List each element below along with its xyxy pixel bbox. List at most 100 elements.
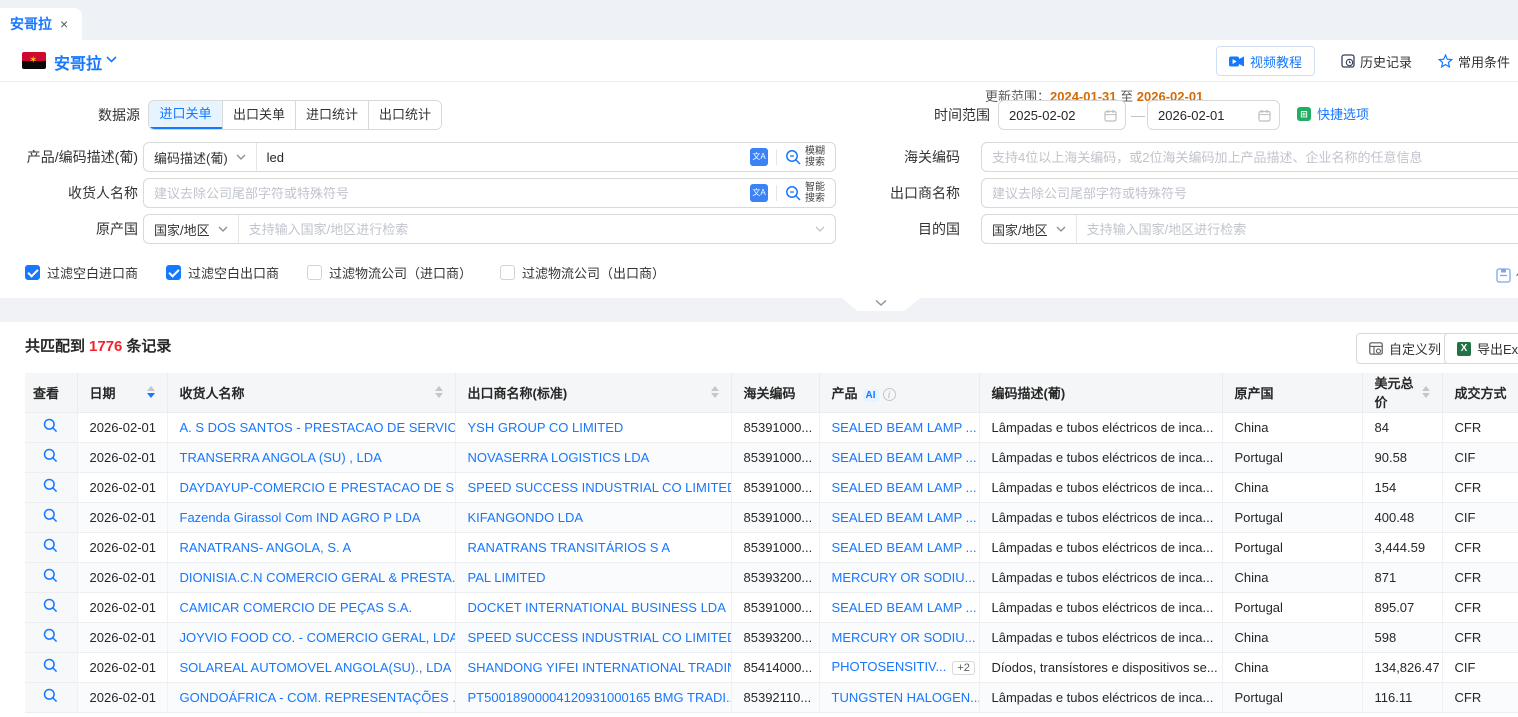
consignee-link[interactable]: A. S DOS SANTOS - PRESTACAO DE SERVIC... (180, 420, 456, 435)
tab-export-statistics[interactable]: 出口统计 (368, 101, 441, 129)
exporter-link[interactable]: SPEED SUCCESS INDUSTRIAL CO LIMITED (468, 630, 732, 645)
exporter-link[interactable]: RANATRANS TRANSITÁRIOS S A (468, 540, 671, 555)
results-panel: 共匹配到1776条记录 自定义列 X 导出Excel 查看 日期 收货人名称 出… (0, 322, 1518, 717)
checkbox-filter-logistics-importer[interactable]: 过滤物流公司（进口商） (307, 263, 472, 282)
product-link[interactable]: PHOTOSENSITIV... (832, 659, 947, 674)
product-link[interactable]: SEALED BEAM LAMP ... (832, 600, 977, 615)
view-search-icon[interactable] (43, 598, 58, 616)
exporter-link[interactable]: YSH GROUP CO LIMITED (468, 420, 624, 435)
consignee-link[interactable]: TRANSERRA ANGOLA (SU) , LDA (180, 450, 382, 465)
incoterm-cell: CIF (1442, 442, 1518, 472)
consignee-link[interactable]: GONDOÁFRICA - COM. REPRESENTAÇÕES ... (180, 690, 456, 705)
tab-import-statistics[interactable]: 进口统计 (295, 101, 368, 129)
exporter-cell: PAL LIMITED (455, 562, 731, 592)
consignee-link[interactable]: RANATRANS- ANGOLA, S. A (180, 540, 352, 555)
more-products-badge[interactable]: +2 (952, 661, 975, 675)
quick-options-button[interactable]: ⊞ 快捷选项 (1297, 104, 1369, 123)
sort-icons (147, 386, 155, 398)
consignee-link[interactable]: JOYVIO FOOD CO. - COMERCIO GERAL, LDA (180, 630, 456, 645)
translate-icon[interactable]: 文A (750, 148, 768, 166)
close-icon[interactable]: × (60, 16, 68, 32)
checkbox-filter-blank-exporter[interactable]: 过滤空白出口商 (166, 263, 279, 282)
info-icon[interactable]: i (883, 388, 896, 401)
product-link[interactable]: TUNGSTEN HALOGEN... (832, 690, 980, 705)
checkbox-icon[interactable] (307, 265, 322, 280)
consignee-link[interactable]: Fazenda Girassol Com IND AGRO P LDA (180, 510, 421, 525)
exporter-input[interactable] (982, 179, 1518, 207)
description-cell: Lâmpadas e tubos eléctricos de inca... (979, 622, 1222, 652)
chevron-down-icon (236, 154, 246, 160)
start-date-input[interactable]: 2025-02-02 (998, 100, 1126, 130)
tab-import-declarations[interactable]: 进口关单 (149, 101, 222, 129)
view-search-icon[interactable] (43, 538, 58, 556)
consignee-link[interactable]: SOLAREAL AUTOMOVEL ANGOLA(SU)., LDA (180, 660, 452, 675)
origin-region-select[interactable]: 国家/地区 (144, 215, 239, 243)
checkbox-filter-blank-importer[interactable]: 过滤空白进口商 (25, 263, 138, 282)
view-search-icon[interactable] (43, 628, 58, 646)
product-search-input[interactable] (257, 143, 750, 171)
checkbox-icon[interactable] (25, 265, 40, 280)
exporter-link[interactable]: SPEED SUCCESS INDUSTRIAL CO LIMITED (468, 480, 732, 495)
consignee-link[interactable]: CAMICAR COMERCIO DE PEÇAS S.A. (180, 600, 413, 615)
exporter-link[interactable]: SHANDONG YIFEI INTERNATIONAL TRADIN... (468, 660, 732, 675)
customize-columns-button[interactable]: 自定义列 (1356, 333, 1454, 364)
origin-country-input[interactable] (239, 215, 811, 243)
country-title[interactable]: 安哥拉 (54, 50, 102, 74)
product-field-select[interactable]: 编码描述(葡) (144, 143, 257, 171)
product-link[interactable]: MERCURY OR SODIU... (832, 570, 976, 585)
view-search-icon[interactable] (43, 658, 58, 676)
exporter-link[interactable]: DOCKET INTERNATIONAL BUSINESS LDA (468, 600, 726, 615)
view-search-icon[interactable] (43, 448, 58, 466)
product-link[interactable]: SEALED BEAM LAMP ... (832, 450, 977, 465)
total-usd-cell: 895.07 (1362, 592, 1442, 622)
video-tutorial-button[interactable]: 视频教程 (1216, 46, 1315, 76)
hs-code-cell: 85393200... (731, 622, 819, 652)
date-cell: 2026-02-01 (77, 442, 167, 472)
translate-icon[interactable]: 文A (750, 184, 768, 202)
exporter-link[interactable]: PT50018900004120931000165 BMG TRADI... (468, 690, 732, 705)
hs-code-cell: 85391000... (731, 442, 819, 472)
exporter-link[interactable]: NOVASERRA LOGISTICS LDA (468, 450, 650, 465)
checkbox-filter-logistics-exporter[interactable]: 过滤物流公司（出口商） (500, 263, 665, 282)
product-link[interactable]: SEALED BEAM LAMP ... (832, 480, 977, 495)
tab-angola[interactable]: 安哥拉 × (0, 8, 82, 40)
origin-cell: China (1222, 652, 1362, 682)
consignee-link[interactable]: DAYDAYUP-COMERCIO E PRESTACAO DE S... (180, 480, 456, 495)
col-total-usd[interactable]: 美元总价 (1362, 373, 1442, 412)
end-date-input[interactable]: 2026-02-01 (1147, 100, 1280, 130)
view-search-icon[interactable] (43, 568, 58, 586)
checkbox-icon[interactable] (166, 265, 181, 280)
date-cell: 2026-02-01 (77, 562, 167, 592)
save-condition-button[interactable]: 保存条件 (1496, 266, 1518, 285)
col-date[interactable]: 日期 (77, 373, 167, 412)
product-link[interactable]: SEALED BEAM LAMP ... (832, 540, 977, 555)
view-cell (25, 502, 77, 532)
product-link[interactable]: SEALED BEAM LAMP ... (832, 510, 977, 525)
history-button[interactable]: 历史记录 (1341, 52, 1412, 71)
favorites-button[interactable]: 常用条件 (1438, 52, 1510, 71)
consignee-input[interactable] (144, 179, 750, 207)
product-link[interactable]: MERCURY OR SODIU... (832, 630, 976, 645)
checkbox-icon[interactable] (500, 265, 515, 280)
export-excel-button[interactable]: X 导出Excel (1444, 333, 1518, 364)
consignee-cell: TRANSERRA ANGOLA (SU) , LDA (167, 442, 455, 472)
consignee-link[interactable]: DIONISIA.C.N COMERCIO GERAL & PRESTA... (180, 570, 456, 585)
exporter-input-group (981, 178, 1518, 208)
view-search-icon[interactable] (43, 508, 58, 526)
col-exporter[interactable]: 出口商名称(标准) (455, 373, 731, 412)
destination-region-select[interactable]: 国家/地区 (982, 215, 1077, 243)
exporter-link[interactable]: PAL LIMITED (468, 570, 546, 585)
col-consignee[interactable]: 收货人名称 (167, 373, 455, 412)
tab-export-declarations[interactable]: 出口关单 (222, 101, 295, 129)
quick-options-icon: ⊞ (1297, 107, 1311, 121)
exporter-link[interactable]: KIFANGONDO LDA (468, 510, 584, 525)
exporter-label: 出口商名称 (820, 178, 960, 208)
view-search-icon[interactable] (43, 478, 58, 496)
origin-cell: Portugal (1222, 682, 1362, 712)
hs-code-input[interactable] (982, 143, 1518, 171)
view-search-icon[interactable] (43, 688, 58, 706)
product-link[interactable]: SEALED BEAM LAMP ... (832, 420, 977, 435)
chevron-down-icon[interactable] (106, 56, 117, 63)
view-search-icon[interactable] (43, 418, 58, 436)
destination-input[interactable] (1077, 215, 1518, 243)
